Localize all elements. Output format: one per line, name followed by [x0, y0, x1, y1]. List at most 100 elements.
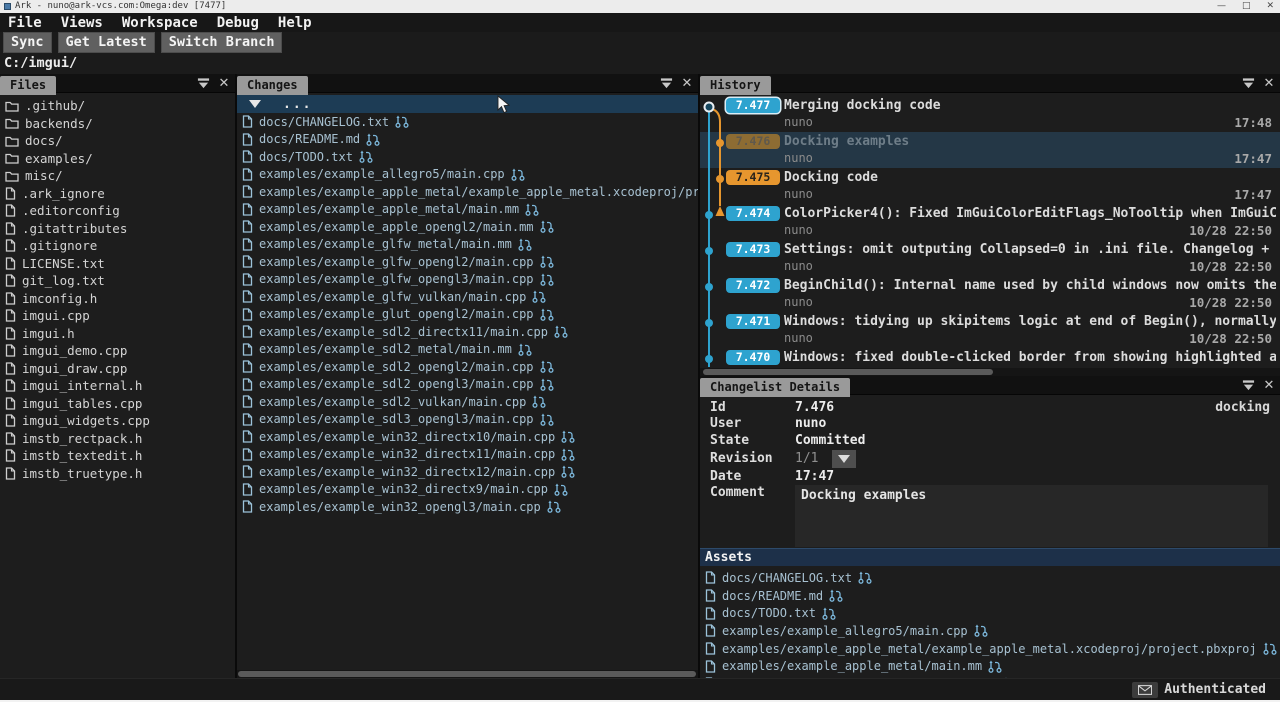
file-row[interactable]: backends/ [0, 115, 235, 133]
change-row[interactable]: examples/example_win32_directx10/main.cp… [237, 428, 698, 446]
history-entry[interactable]: 7.470Windows: fixed double-clicked borde… [700, 348, 1280, 367]
change-row[interactable]: examples/example_glut_opengl2/main.cpp [237, 306, 698, 324]
file-row[interactable]: imstb_rectpack.h [0, 430, 235, 448]
change-row[interactable]: examples/example_sdl2_opengl2/main.cpp [237, 358, 698, 376]
file-row[interactable]: imgui_internal.h [0, 377, 235, 395]
filter-icon[interactable] [196, 77, 210, 91]
maximize-button[interactable]: □ [1242, 0, 1251, 13]
change-row[interactable]: examples/example_glfw_opengl2/main.cpp [237, 253, 698, 271]
history-entry[interactable]: 7.477Merging docking codenuno17:48 [700, 96, 1280, 132]
menu-item-debug[interactable]: Debug [217, 15, 259, 31]
change-row[interactable]: examples/example_glfw_opengl3/main.cpp [237, 271, 698, 289]
document-icon [5, 467, 16, 480]
change-row[interactable]: examples/example_win32_directx12/main.cp… [237, 463, 698, 481]
change-row[interactable]: docs/TODO.txt [237, 148, 698, 166]
revision-dropdown[interactable] [832, 450, 856, 468]
minimize-button[interactable]: — [1217, 0, 1226, 13]
file-row[interactable]: imstb_textedit.h [0, 447, 235, 465]
file-row[interactable]: imstb_truetype.h [0, 465, 235, 483]
history-entry[interactable]: 7.471Windows: tidying up skipitems logic… [700, 312, 1280, 348]
change-row[interactable]: docs/CHANGELOG.txt [237, 113, 698, 131]
filter-icon[interactable] [1241, 77, 1255, 91]
close-button[interactable]: ✕ [1266, 0, 1274, 13]
change-row[interactable]: examples/example_win32_directx11/main.cp… [237, 446, 698, 464]
change-row[interactable]: examples/example_win32_opengl3/main.cpp [237, 498, 698, 516]
file-row[interactable]: imgui.h [0, 325, 235, 343]
change-row[interactable]: examples/example_sdl2_directx11/main.cpp [237, 323, 698, 341]
branch-icon [518, 238, 532, 251]
asset-row[interactable]: docs/CHANGELOG.txt [700, 569, 1280, 587]
document-icon [5, 414, 16, 427]
file-row[interactable]: .gitignore [0, 237, 235, 255]
file-row[interactable]: imgui_tables.cpp [0, 395, 235, 413]
history-entry[interactable]: 7.472BeginChild(): Internal name used by… [700, 276, 1280, 312]
tab-files[interactable]: Files [0, 76, 56, 95]
history-hscrollbar[interactable] [700, 368, 1280, 376]
change-path: examples/example_sdl2_directx11/main.cpp [259, 325, 548, 339]
file-row[interactable]: imgui.cpp [0, 307, 235, 325]
file-row[interactable]: .github/ [0, 97, 235, 115]
change-row[interactable]: examples/example_win32_directx9/main.cpp [237, 481, 698, 499]
switch-branch-button[interactable]: Switch Branch [161, 32, 283, 53]
history-entry[interactable]: 7.475Docking codenuno17:47 [700, 168, 1280, 204]
collapse-triangle-icon[interactable] [249, 100, 261, 108]
close-panel-icon[interactable]: ✕ [217, 77, 231, 91]
asset-row[interactable]: examples/example_apple_metal/example_app… [700, 640, 1280, 658]
change-row[interactable]: examples/example_sdl2_vulkan/main.cpp [237, 393, 698, 411]
change-row[interactable]: examples/example_apple_opengl2/main.mm [237, 218, 698, 236]
change-row[interactable]: examples/example_glfw_vulkan/main.cpp [237, 288, 698, 306]
commit-title: Docking examples [784, 134, 1276, 149]
changes-hscrollbar[interactable] [237, 670, 698, 678]
history-entry[interactable]: 7.473Settings: omit outputing Collapsed=… [700, 240, 1280, 276]
auth-status: Authenticated [1164, 682, 1266, 697]
menu-item-file[interactable]: File [8, 15, 42, 31]
commit-time: 17:48 [1234, 115, 1272, 130]
menu-item-help[interactable]: Help [278, 15, 312, 31]
changes-root-row[interactable]: ... [237, 95, 698, 113]
file-row[interactable]: .editorconfig [0, 202, 235, 220]
change-row[interactable]: examples/example_sdl2_opengl3/main.cpp [237, 376, 698, 394]
filter-icon[interactable] [1241, 379, 1255, 393]
asset-row[interactable]: examples/example_apple_metal/main.mm [700, 657, 1280, 675]
close-panel-icon[interactable]: ✕ [680, 77, 694, 91]
file-row[interactable]: LICENSE.txt [0, 255, 235, 273]
history-entry[interactable]: 7.476Docking examplesnuno17:47 [700, 132, 1280, 168]
branch-icon [561, 465, 575, 478]
menu-item-views[interactable]: Views [61, 15, 103, 31]
field-value: Committed [795, 433, 865, 448]
close-panel-icon[interactable]: ✕ [1262, 77, 1276, 91]
file-row[interactable]: docs/ [0, 132, 235, 150]
branch-icon [540, 308, 554, 321]
file-row[interactable]: imgui_demo.cpp [0, 342, 235, 360]
file-row[interactable]: .gitattributes [0, 220, 235, 238]
sync-button[interactable]: Sync [3, 32, 52, 53]
comment-box[interactable]: Docking examples [795, 485, 1268, 547]
close-panel-icon[interactable]: ✕ [1262, 379, 1276, 393]
asset-row[interactable]: docs/README.md [700, 587, 1280, 605]
file-row[interactable]: imgui_widgets.cpp [0, 412, 235, 430]
change-row[interactable]: examples/example_sdl3_opengl3/main.cpp [237, 411, 698, 429]
mail-button[interactable] [1132, 682, 1158, 698]
file-row[interactable]: git_log.txt [0, 272, 235, 290]
file-row[interactable]: examples/ [0, 150, 235, 168]
history-entry[interactable]: 7.474ColorPicker4(): Fixed ImGuiColorEdi… [700, 204, 1280, 240]
change-row[interactable]: examples/example_sdl2_metal/main.mm [237, 341, 698, 359]
file-row[interactable]: misc/ [0, 167, 235, 185]
change-row[interactable]: docs/README.md [237, 131, 698, 149]
change-row[interactable]: examples/example_apple_metal/example_app… [237, 183, 698, 201]
change-row[interactable]: examples/example_allegro5/main.cpp [237, 166, 698, 184]
commit-time: 10/28 22:50 [1189, 331, 1272, 346]
change-row[interactable]: examples/example_apple_metal/main.mm [237, 201, 698, 219]
tab-changes[interactable]: Changes [237, 76, 308, 95]
change-row[interactable]: examples/example_glfw_metal/main.mm [237, 236, 698, 254]
file-row[interactable]: .ark_ignore [0, 185, 235, 203]
get-latest-button[interactable]: Get Latest [58, 32, 155, 53]
menu-item-workspace[interactable]: Workspace [122, 15, 198, 31]
asset-row[interactable]: docs/TODO.txt [700, 604, 1280, 622]
asset-row[interactable]: examples/example_allegro5/main.cpp [700, 622, 1280, 640]
branch-icon [395, 115, 409, 128]
branch-icon [858, 571, 872, 584]
file-row[interactable]: imgui_draw.cpp [0, 360, 235, 378]
filter-icon[interactable] [659, 77, 673, 91]
file-row[interactable]: imconfig.h [0, 290, 235, 308]
